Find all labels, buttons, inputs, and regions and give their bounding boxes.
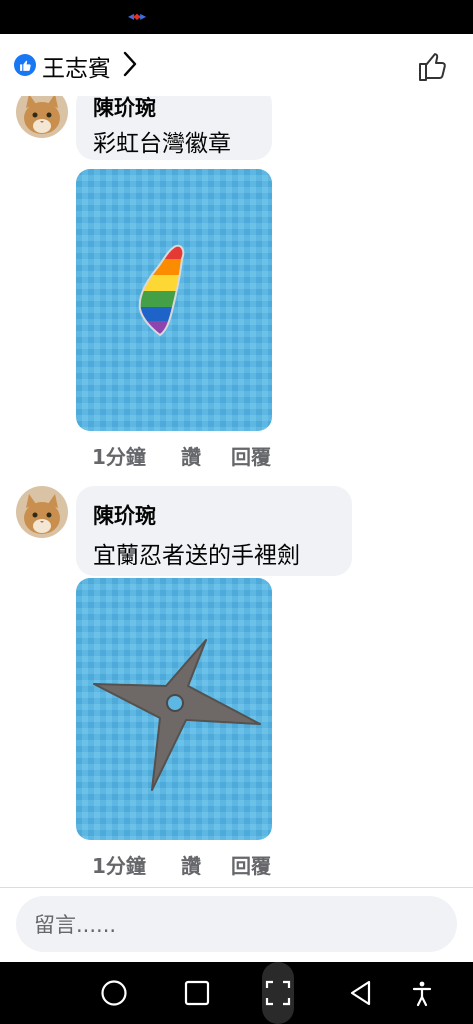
avatar[interactable] — [16, 96, 68, 138]
app-notification-icon: ◂◂▸▸ — [128, 9, 146, 23]
comment-photo-rainbow-taiwan-pin[interactable] — [76, 169, 272, 431]
recents-square-icon[interactable] — [180, 976, 214, 1010]
like-button[interactable]: 讚 — [181, 850, 201, 879]
reply-button[interactable]: 回覆 — [231, 441, 271, 470]
avatar[interactable] — [16, 486, 68, 538]
back-triangle-icon[interactable] — [344, 976, 378, 1010]
comment-list: 陳玠琬 彩虹台灣徽章 1分鐘 讚 回覆 陳玠琬 宜蘭忍者送的手裡劍 1分鐘 讚 … — [0, 96, 473, 888]
comments-header: 王志賓 — [0, 34, 473, 96]
home-circle-icon[interactable] — [97, 976, 131, 1010]
divider — [0, 887, 473, 888]
like-badge-icon — [14, 54, 36, 76]
comment-author[interactable]: 陳玠琬 — [93, 96, 156, 122]
comment-bubble[interactable]: 陳玠琬 宜蘭忍者送的手裡劍 — [76, 486, 352, 576]
accessibility-icon[interactable] — [405, 976, 439, 1010]
comment-text: 彩虹台灣徽章 — [93, 131, 231, 157]
chevron-right-icon[interactable] — [122, 50, 138, 82]
comment-bubble[interactable]: 陳玠琬 彩虹台灣徽章 — [76, 96, 272, 160]
system-nav-bar — [0, 962, 473, 1024]
screenshot-frame-icon[interactable] — [261, 976, 295, 1010]
comment-author[interactable]: 陳玠琬 — [93, 500, 156, 530]
comment-composer[interactable] — [16, 896, 457, 954]
comment-timestamp[interactable]: 1分鐘 — [92, 850, 146, 879]
reply-button[interactable]: 回覆 — [231, 850, 271, 879]
comment-text: 宜蘭忍者送的手裡劍 — [93, 543, 300, 569]
post-author-name[interactable]: 王志賓 — [42, 49, 111, 83]
like-button[interactable]: 讚 — [181, 441, 201, 470]
status-bar: ◂◂▸▸ — [0, 0, 473, 34]
comment-photo-shuriken[interactable] — [76, 578, 272, 840]
thumbs-up-icon[interactable] — [416, 50, 450, 84]
comment-input[interactable] — [32, 896, 436, 954]
comment-timestamp[interactable]: 1分鐘 — [92, 441, 146, 470]
